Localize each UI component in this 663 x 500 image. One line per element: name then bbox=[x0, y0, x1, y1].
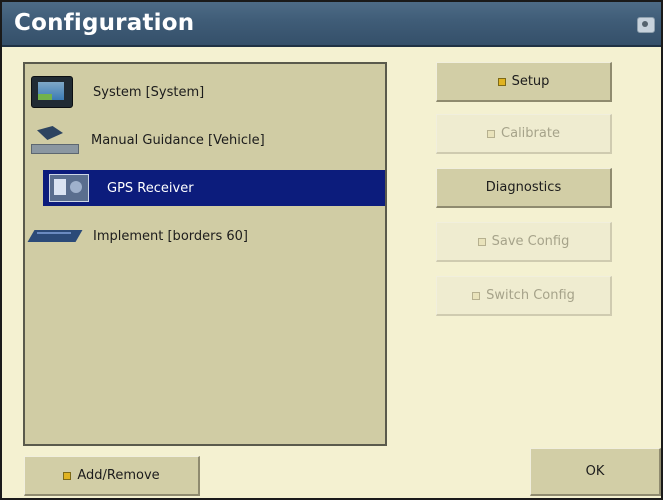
camera-icon[interactable] bbox=[637, 17, 655, 33]
tree-item-manual-guidance[interactable]: Manual Guidance [Vehicle] bbox=[31, 122, 381, 158]
save-config-button[interactable]: Save Config bbox=[436, 222, 612, 262]
tree-item-label: Implement [borders 60] bbox=[93, 228, 248, 244]
calibrate-button[interactable]: Calibrate bbox=[436, 114, 612, 154]
save-config-label: Save Config bbox=[491, 234, 570, 249]
setup-icon bbox=[497, 77, 506, 86]
add-remove-label: Add/Remove bbox=[77, 468, 160, 483]
calibrate-label: Calibrate bbox=[501, 126, 560, 141]
diagnostics-label: Diagnostics bbox=[485, 180, 562, 195]
tree-item-implement[interactable]: Implement [borders 60] bbox=[31, 218, 381, 254]
ok-label: OK bbox=[585, 464, 605, 479]
configuration-tree[interactable]: System [System] Manual Guidance [Vehicle… bbox=[23, 62, 387, 446]
save-config-icon bbox=[477, 237, 486, 246]
tree-item-label: Manual Guidance [Vehicle] bbox=[91, 132, 265, 148]
calibrate-icon bbox=[487, 129, 496, 138]
ok-button[interactable]: OK bbox=[530, 448, 661, 496]
configuration-window: Configuration System [System] Manual Gui… bbox=[0, 0, 663, 500]
tree-item-gps-receiver[interactable]: GPS Receiver bbox=[43, 170, 385, 206]
setup-button[interactable]: Setup bbox=[436, 62, 612, 102]
add-remove-icon bbox=[63, 471, 72, 480]
diagnostics-button[interactable]: Diagnostics bbox=[436, 168, 612, 208]
tree-item-label: GPS Receiver bbox=[107, 180, 194, 196]
switch-config-button[interactable]: Switch Config bbox=[436, 276, 612, 316]
tractor-icon bbox=[31, 124, 79, 156]
implement-icon bbox=[31, 224, 79, 248]
switch-config-icon bbox=[472, 291, 481, 300]
title-bar: Configuration bbox=[2, 2, 661, 47]
setup-label: Setup bbox=[511, 74, 550, 89]
display-icon bbox=[31, 76, 73, 108]
tree-item-label: System [System] bbox=[93, 84, 205, 100]
gps-receiver-icon bbox=[49, 174, 89, 202]
tree-item-system[interactable]: System [System] bbox=[31, 74, 381, 110]
switch-config-label: Switch Config bbox=[486, 288, 575, 303]
window-title: Configuration bbox=[14, 10, 195, 36]
add-remove-button[interactable]: Add/Remove bbox=[24, 456, 200, 496]
